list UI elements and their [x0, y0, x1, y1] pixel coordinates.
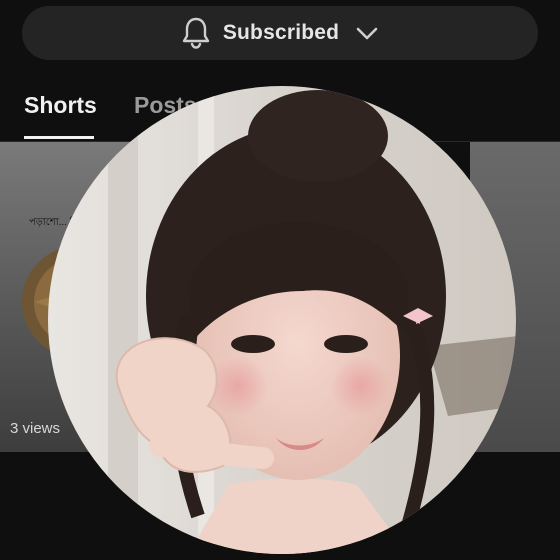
- active-tab-indicator: [24, 136, 94, 139]
- subscribed-label: Subscribed: [222, 21, 340, 44]
- bell-icon: [181, 16, 211, 50]
- tab-shorts[interactable]: Shorts: [24, 92, 97, 119]
- profile-avatar: [48, 86, 516, 554]
- subscribed-button[interactable]: Subscribed: [22, 6, 538, 60]
- view-count: 3 views: [10, 420, 61, 437]
- chevron-down-icon[interactable]: [355, 21, 379, 45]
